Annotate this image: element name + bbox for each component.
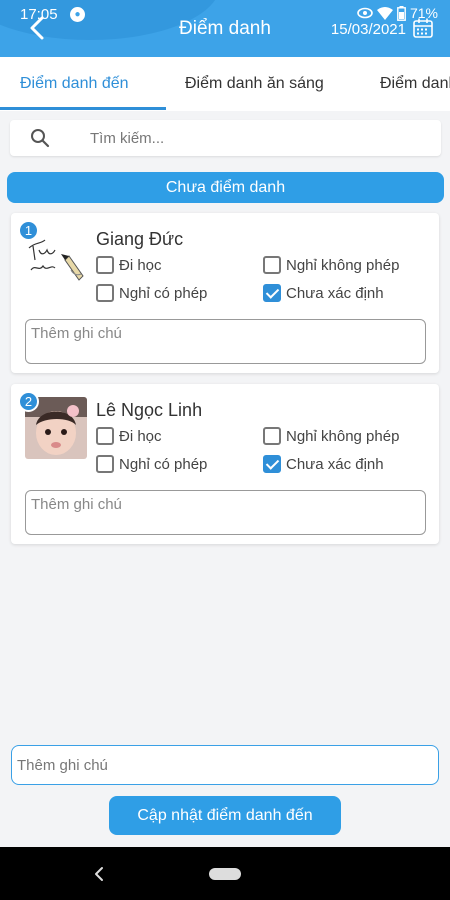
general-note-field [11, 745, 439, 785]
not-checked-section-button[interactable]: Chưa điểm danh [7, 172, 444, 203]
general-note-input[interactable] [12, 746, 438, 784]
tab-attendance-other[interactable]: Điểm danh [380, 75, 450, 93]
option-absent-excused[interactable]: Nghỉ có phép [96, 455, 207, 473]
option-undetermined[interactable]: Chưa xác định [263, 455, 384, 473]
option-present[interactable]: Đi học [96, 427, 162, 445]
option-label: Chưa xác định [286, 284, 384, 302]
note-field [25, 490, 426, 535]
search-bar [10, 120, 441, 156]
system-nav-bar [0, 847, 450, 900]
option-label: Nghỉ có phép [119, 455, 208, 473]
checkbox-icon[interactable] [263, 427, 281, 445]
option-label: Nghỉ không phép [286, 427, 400, 445]
active-tab-indicator [0, 107, 166, 110]
checkbox-icon[interactable] [96, 256, 114, 274]
nav-back-icon[interactable] [92, 865, 106, 883]
student-name: Lê Ngọc Linh [96, 400, 203, 420]
search-icon [31, 129, 50, 148]
option-absent-unexcused[interactable]: Nghỉ không phép [263, 256, 399, 274]
option-label: Nghỉ không phép [286, 256, 400, 274]
app-header: 17:05 ● 71% Điểm danh 15/03/2021 [0, 0, 450, 57]
option-label: Nghỉ có phép [119, 284, 208, 302]
checkbox-icon[interactable] [96, 455, 114, 473]
date-label[interactable]: 15/03/2021 [331, 21, 406, 38]
option-absent-excused[interactable]: Nghỉ có phép [96, 284, 207, 302]
checkbox-checked-icon[interactable] [263, 455, 281, 473]
checkbox-checked-icon[interactable] [263, 284, 281, 302]
option-label: Đi học [119, 427, 162, 445]
note-input[interactable] [26, 491, 425, 534]
note-field [25, 319, 426, 364]
checkbox-icon[interactable] [96, 427, 114, 445]
student-card: 1 Giang Đức Đi học Nghỉ không phép Nghỉ … [11, 213, 439, 373]
calendar-icon[interactable] [412, 17, 434, 39]
student-name: Giang Đức [96, 229, 184, 249]
checkbox-icon[interactable] [263, 256, 281, 274]
option-present[interactable]: Đi học [96, 256, 162, 274]
option-label: Đi học [119, 256, 162, 274]
update-attendance-button[interactable]: Cập nhật điểm danh đến [109, 796, 341, 835]
search-input[interactable] [90, 120, 430, 156]
option-label: Chưa xác định [286, 455, 384, 473]
tab-attendance-arrival[interactable]: Điểm danh đến [20, 75, 129, 93]
student-index-badge: 2 [18, 391, 39, 412]
option-undetermined[interactable]: Chưa xác định [263, 284, 384, 302]
note-input[interactable] [26, 320, 425, 363]
student-index-badge: 1 [18, 220, 39, 241]
option-absent-unexcused[interactable]: Nghỉ không phép [263, 427, 399, 445]
nav-home-icon[interactable] [209, 868, 241, 880]
tab-bar: Điểm danh đến Điểm danh ăn sáng Điểm dan… [0, 57, 450, 111]
tab-attendance-breakfast[interactable]: Điểm danh ăn sáng [185, 75, 324, 93]
checkbox-icon[interactable] [96, 284, 114, 302]
student-card: 2 Lê Ngọc Linh Đi học Nghỉ không phép Ng… [11, 384, 439, 544]
